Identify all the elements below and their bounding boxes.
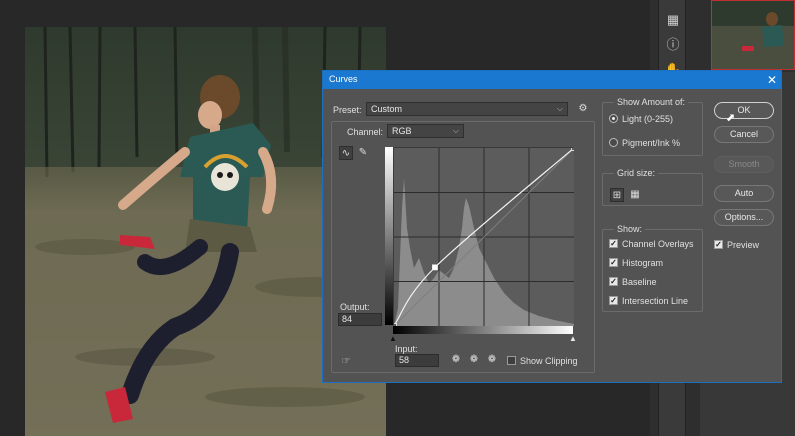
intersection-line-checkbox[interactable]: ✓ [609, 296, 618, 305]
histogram-checkbox[interactable]: ✓ [609, 258, 618, 267]
black-point-slider-icon[interactable]: ▲ [389, 334, 397, 343]
histogram-label: Histogram [622, 258, 664, 268]
input-field[interactable]: 58 [395, 354, 439, 367]
preset-value: Custom [371, 104, 403, 114]
smooth-button[interactable]: Smooth [714, 156, 774, 173]
channel-dropdown[interactable]: RGB ⌵ [387, 124, 464, 138]
pencil-draw-icon[interactable]: ✎ [356, 146, 370, 160]
output-label: Output: [340, 302, 370, 312]
grid-size-title: Grid size: [614, 168, 659, 178]
white-point-slider-icon[interactable]: ▲ [569, 334, 577, 343]
detailed-grid-icon[interactable]: ▦ [628, 188, 642, 202]
show-options-title: Show: [614, 224, 646, 234]
simple-grid-icon[interactable]: ⊞ [610, 188, 624, 202]
channel-value: RGB [392, 126, 412, 136]
mouse-cursor-icon: ⬈ [726, 112, 736, 124]
dialog-title: Curves [329, 74, 358, 84]
curve-control-point[interactable] [571, 145, 577, 151]
preview-checkbox[interactable]: ✓ [714, 240, 723, 249]
light-radio[interactable] [609, 114, 618, 123]
output-field[interactable]: 84 [338, 313, 382, 326]
black-eyedropper-icon[interactable]: ❁ [449, 353, 463, 367]
show-clipping-checkbox[interactable] [507, 356, 516, 365]
curve-edit-icon[interactable]: ∿ [339, 146, 353, 160]
info-icon[interactable]: ⓘ [663, 33, 683, 53]
pigment-radio-label: Pigment/Ink % [622, 138, 681, 148]
cancel-button[interactable]: Cancel [714, 126, 774, 143]
baseline-label: Baseline [622, 277, 657, 287]
baseline-checkbox[interactable]: ✓ [609, 277, 618, 286]
gray-eyedropper-icon[interactable]: ❁ [467, 353, 481, 367]
show-clipping-label: Show Clipping [520, 356, 578, 366]
curve-graph[interactable] [391, 145, 577, 329]
preset-options-gear-icon[interactable]: ⚙ [576, 102, 590, 116]
preset-label: Preset: [333, 105, 362, 115]
curve-graph-svg[interactable] [391, 145, 577, 329]
options-button[interactable]: Options... [714, 209, 774, 226]
channel-label: Channel: [347, 127, 384, 137]
navigator-thumbnail[interactable] [711, 0, 795, 70]
preset-dropdown[interactable]: Custom ⌵ [366, 102, 568, 116]
auto-button[interactable]: Auto [714, 185, 774, 202]
input-gradient-bar [393, 326, 573, 334]
layers-comp-icon[interactable]: ▦ [663, 10, 683, 30]
channel-overlays-checkbox[interactable]: ✓ [609, 239, 618, 248]
curve-control-point[interactable] [432, 264, 438, 271]
white-eyedropper-icon[interactable]: ❁ [485, 353, 499, 367]
ok-button[interactable]: OK [714, 102, 774, 119]
channel-overlays-label: Channel Overlays [622, 239, 694, 249]
preview-label: Preview [727, 240, 760, 250]
chevron-down-icon: ⌵ [556, 104, 563, 113]
pigment-radio[interactable] [609, 138, 618, 147]
dialog-titlebar[interactable]: Curves ✕ [323, 71, 781, 89]
chevron-down-icon: ⌵ [452, 126, 459, 135]
curves-dialog: Curves ✕ Preset: Custom ⌵ ⚙ Channel: RGB… [322, 70, 782, 383]
input-label: Input: [395, 344, 418, 354]
targeted-adjustment-hand-icon[interactable]: ☞ [339, 355, 353, 369]
show-amount-title: Show Amount of: [614, 97, 689, 107]
light-radio-label: Light (0-255) [622, 114, 674, 124]
close-icon[interactable]: ✕ [763, 71, 781, 89]
output-gradient-bar [385, 147, 393, 325]
intersection-line-label: Intersection Line [622, 296, 689, 306]
